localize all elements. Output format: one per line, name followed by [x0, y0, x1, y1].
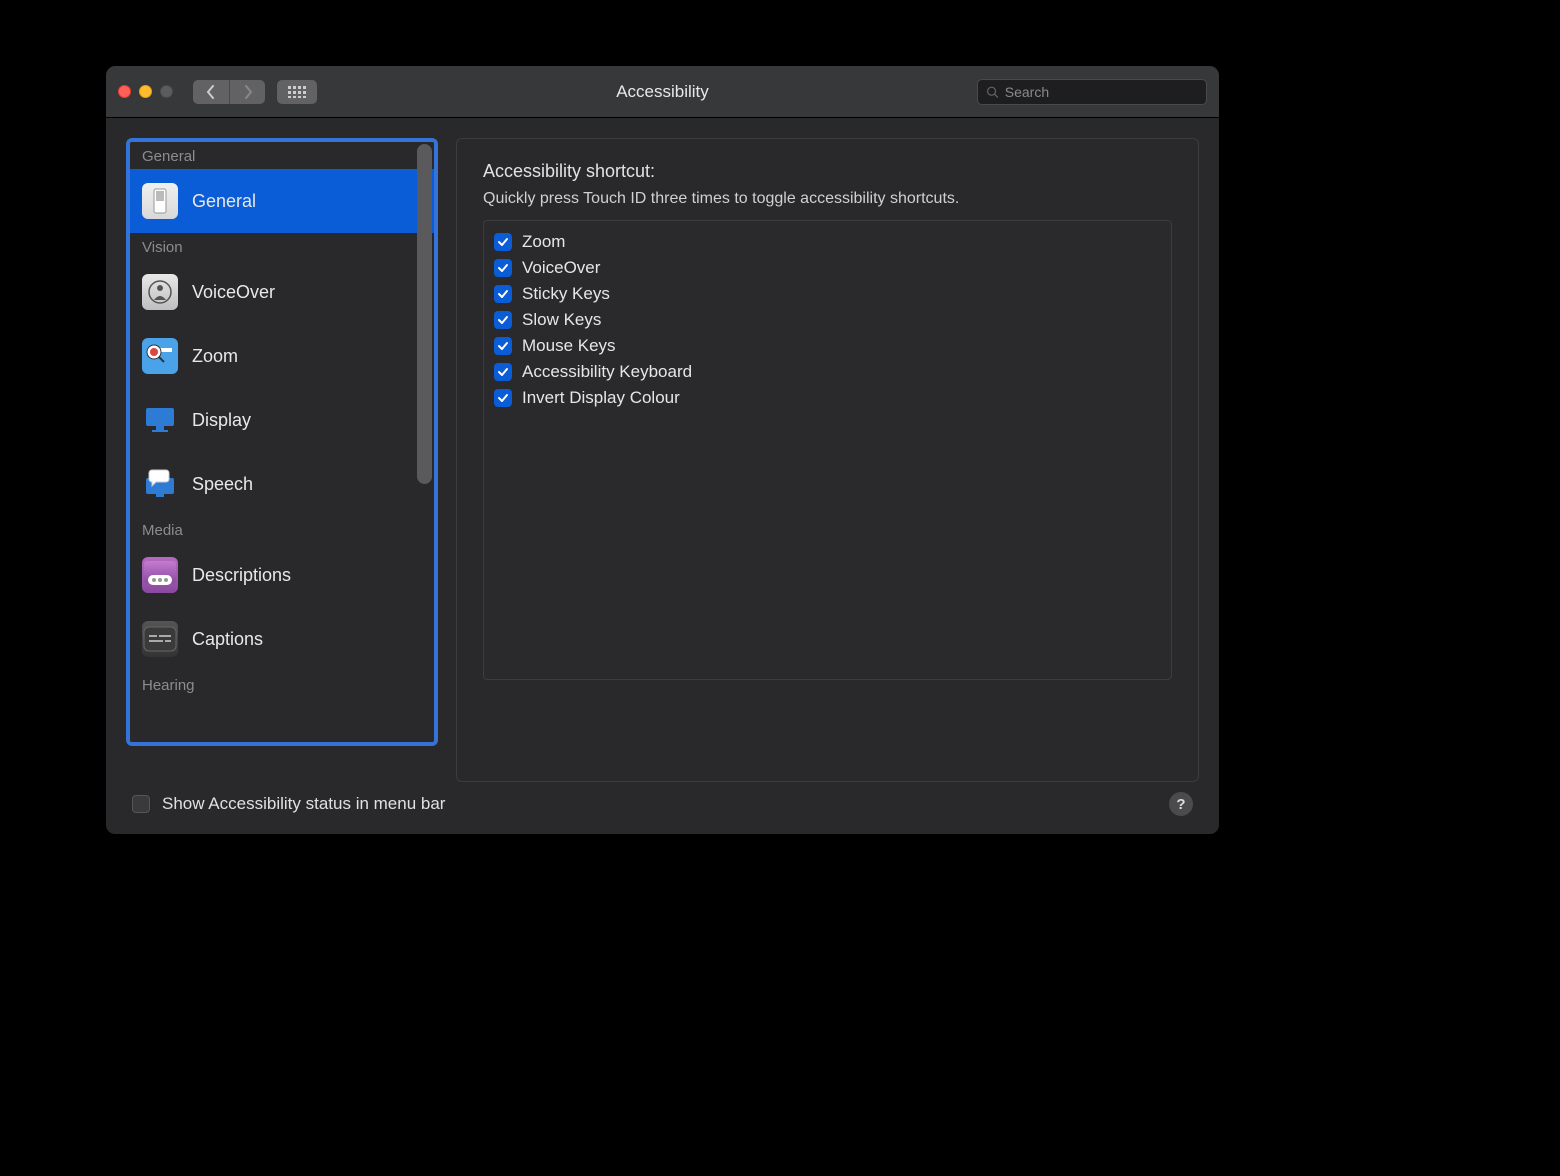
- shortcut-checkbox[interactable]: [494, 233, 512, 251]
- search-field[interactable]: [977, 79, 1207, 105]
- sidebar-section-label: Vision: [130, 233, 434, 260]
- sidebar-scroll[interactable]: General General Vision VoiceOver Zoom Display…: [130, 142, 434, 742]
- sidebar-item-zoom[interactable]: Zoom: [130, 324, 434, 388]
- shortcut-row[interactable]: Sticky Keys: [494, 281, 1161, 307]
- sidebar-item-label: Display: [192, 410, 251, 431]
- display-icon: [142, 402, 178, 438]
- close-button[interactable]: [118, 85, 131, 98]
- sidebar-item-general[interactable]: General: [130, 169, 434, 233]
- sidebar-item-speech[interactable]: Speech: [130, 452, 434, 516]
- show-all-button[interactable]: [277, 80, 317, 104]
- shortcut-row[interactable]: Accessibility Keyboard: [494, 359, 1161, 385]
- speech-icon: [142, 466, 178, 502]
- shortcut-label: VoiceOver: [522, 258, 600, 278]
- sidebar-item-voiceover[interactable]: VoiceOver: [130, 260, 434, 324]
- preferences-window: Accessibility General General Vision VoiceO…: [105, 65, 1220, 835]
- sidebar-item-label: Descriptions: [192, 565, 291, 586]
- show-status-checkbox[interactable]: [132, 795, 150, 813]
- captions-icon: [142, 621, 178, 657]
- traffic-lights: [118, 85, 173, 98]
- shortcut-checkbox[interactable]: [494, 285, 512, 303]
- shortcut-row[interactable]: Slow Keys: [494, 307, 1161, 333]
- sidebar-item-display[interactable]: Display: [130, 388, 434, 452]
- general-icon: [142, 183, 178, 219]
- forward-button[interactable]: [229, 80, 265, 104]
- search-input[interactable]: [1005, 84, 1198, 100]
- shortcut-checkbox[interactable]: [494, 259, 512, 277]
- titlebar: Accessibility: [106, 66, 1219, 118]
- sidebar-item-desc[interactable]: Descriptions: [130, 543, 434, 607]
- panel-heading: Accessibility shortcut:: [483, 161, 1172, 182]
- shortcut-row[interactable]: Mouse Keys: [494, 333, 1161, 359]
- shortcut-label: Mouse Keys: [522, 336, 616, 356]
- shortcut-row[interactable]: Zoom: [494, 229, 1161, 255]
- main-panel: Accessibility shortcut: Quickly press To…: [456, 138, 1199, 782]
- sidebar-item-label: VoiceOver: [192, 282, 275, 303]
- minimize-button[interactable]: [139, 85, 152, 98]
- footer: Show Accessibility status in menu bar ?: [106, 782, 1219, 834]
- sidebar-item-captions[interactable]: Captions: [130, 607, 434, 671]
- shortcut-checkbox[interactable]: [494, 363, 512, 381]
- shortcut-label: Slow Keys: [522, 310, 601, 330]
- sidebar-section-label: Hearing: [130, 671, 434, 698]
- sidebar-item-label: Zoom: [192, 346, 238, 367]
- shortcut-checkbox[interactable]: [494, 389, 512, 407]
- voiceover-icon: [142, 274, 178, 310]
- sidebar-item-label: Speech: [192, 474, 253, 495]
- search-icon: [986, 85, 999, 99]
- shortcut-list: Zoom VoiceOver Sticky Keys Slow Keys Mouse K…: [483, 220, 1172, 680]
- sidebar-section-label: Media: [130, 516, 434, 543]
- sidebar-scrollbar[interactable]: [417, 144, 432, 484]
- shortcut-label: Invert Display Colour: [522, 388, 680, 408]
- back-button[interactable]: [193, 80, 229, 104]
- maximize-button[interactable]: [160, 85, 173, 98]
- shortcut-checkbox[interactable]: [494, 337, 512, 355]
- shortcut-row[interactable]: Invert Display Colour: [494, 385, 1161, 411]
- body: General General Vision VoiceOver Zoom Display…: [106, 118, 1219, 782]
- sidebar-item-label: General: [192, 191, 256, 212]
- shortcut-row[interactable]: VoiceOver: [494, 255, 1161, 281]
- shortcut-checkbox[interactable]: [494, 311, 512, 329]
- zoom-icon: [142, 338, 178, 374]
- sidebar-item-label: Captions: [192, 629, 263, 650]
- sidebar: General General Vision VoiceOver Zoom Display…: [126, 138, 438, 746]
- shortcut-label: Sticky Keys: [522, 284, 610, 304]
- shortcut-label: Zoom: [522, 232, 565, 252]
- sidebar-section-label: General: [130, 142, 434, 169]
- desc-icon: [142, 557, 178, 593]
- panel-subtext: Quickly press Touch ID three times to to…: [483, 190, 1172, 208]
- shortcut-label: Accessibility Keyboard: [522, 362, 692, 382]
- show-status-label: Show Accessibility status in menu bar: [162, 794, 445, 814]
- nav-buttons: [193, 80, 265, 104]
- help-button[interactable]: ?: [1169, 792, 1193, 816]
